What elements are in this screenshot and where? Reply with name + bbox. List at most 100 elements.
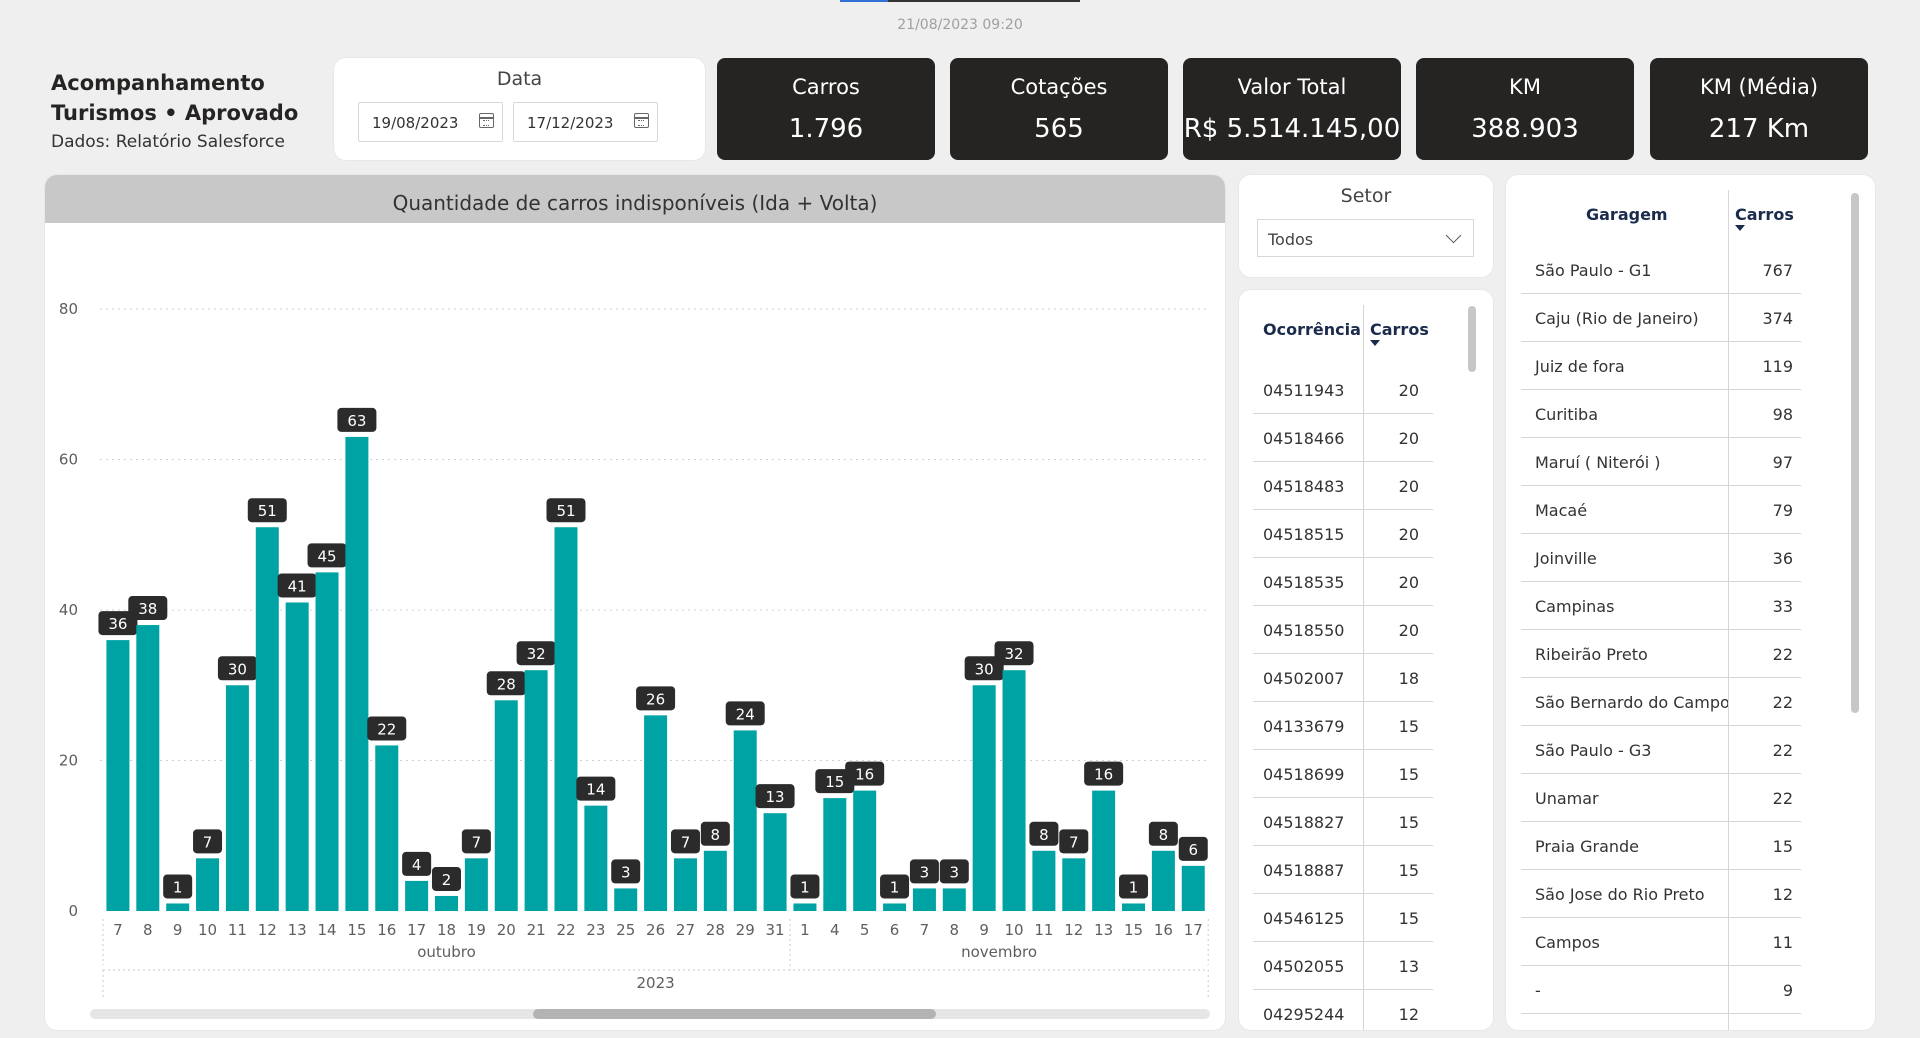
table-row[interactable]: 04518535 20 <box>1253 557 1433 606</box>
garage-carros-header[interactable]: Carros <box>1735 205 1794 224</box>
table-row[interactable]: 04133679 15 <box>1253 701 1433 750</box>
calendar-icon[interactable] <box>479 113 494 128</box>
x-tick-label: 21 <box>527 921 546 939</box>
table-row[interactable]: São Jose do Rio Preto 12 <box>1521 869 1801 918</box>
occ-carros-header[interactable]: Carros <box>1370 320 1429 339</box>
table-row[interactable]: 04295244 12 <box>1253 989 1433 1030</box>
row-count: 13 <box>1398 957 1419 976</box>
x-tick-label: 12 <box>258 921 277 939</box>
chart-scroll-thumb[interactable] <box>533 1009 936 1019</box>
sort-desc-icon[interactable] <box>1735 225 1745 231</box>
table-row[interactable]: Caju (Rio de Janeiro) 374 <box>1521 293 1801 342</box>
row-count: 98 <box>1772 405 1793 424</box>
kpi-label: Valor Total <box>1237 75 1347 99</box>
table-row[interactable]: 04546125 15 <box>1253 893 1433 942</box>
y-tick-label: 40 <box>59 601 78 619</box>
row-label: São Paulo - G1 <box>1535 261 1652 280</box>
x-tick-label: 6 <box>890 921 900 939</box>
x-tick-label: 15 <box>1124 921 1143 939</box>
data-label: 1 <box>1129 878 1139 896</box>
row-count: 79 <box>1772 501 1793 520</box>
table-row[interactable]: Ribeirão Preto 22 <box>1521 629 1801 678</box>
table-row[interactable]: Unamar 22 <box>1521 773 1801 822</box>
data-label: 7 <box>681 833 691 851</box>
table-row[interactable]: Juiz de fora 119 <box>1521 341 1801 390</box>
x-tick-label: 28 <box>706 921 725 939</box>
row-count: 12 <box>1772 885 1793 904</box>
x-tick-label: 16 <box>1154 921 1173 939</box>
bar <box>1151 850 1175 911</box>
data-label: 1 <box>890 878 900 896</box>
row-count: 15 <box>1398 813 1419 832</box>
table-row[interactable]: 04518887 15 <box>1253 845 1433 894</box>
x-tick-label: 13 <box>1094 921 1113 939</box>
table-row[interactable]: 04502007 18 <box>1253 653 1433 702</box>
table-row[interactable]: 04511943 20 <box>1253 365 1433 414</box>
row-label: São Jose do Rio Preto <box>1535 885 1705 904</box>
row-label: São Bernardo do Campo <box>1535 693 1730 712</box>
x-tick-label: 13 <box>288 921 307 939</box>
year-label: 2023 <box>637 974 675 992</box>
row-count: 15 <box>1772 837 1793 856</box>
bar <box>1092 790 1116 911</box>
report-data-source: Dados: Relatório Salesforce <box>51 132 285 152</box>
setor-dropdown[interactable]: Todos <box>1257 219 1474 257</box>
bar <box>703 850 727 911</box>
table-row[interactable]: São Bernardo do Campo 22 <box>1521 677 1801 726</box>
data-label: 3 <box>621 863 631 881</box>
table-row[interactable]: 04518827 15 <box>1253 797 1433 846</box>
table-row[interactable]: 04518515 20 <box>1253 509 1433 558</box>
table-row[interactable]: São Paulo - G3 22 <box>1521 725 1801 774</box>
row-label: 04546125 <box>1263 909 1345 928</box>
data-label: 45 <box>317 547 336 565</box>
data-label: 38 <box>138 600 157 618</box>
row-label: 04518887 <box>1263 861 1345 880</box>
table-row[interactable]: Macaé 79 <box>1521 485 1801 534</box>
column-separator <box>1728 190 1729 1030</box>
table-row[interactable]: Praia Grande 15 <box>1521 821 1801 870</box>
y-tick-label: 60 <box>59 451 78 469</box>
table-row[interactable]: São Paulo - G1 767 <box>1521 245 1801 294</box>
bar <box>673 858 697 911</box>
x-tick-label: 26 <box>646 921 665 939</box>
row-count: 15 <box>1398 717 1419 736</box>
kpi-value: 565 <box>1034 114 1084 144</box>
table-row[interactable]: Campinas 33 <box>1521 581 1801 630</box>
bar <box>255 527 279 911</box>
garage-col-header[interactable]: Garagem <box>1586 205 1668 224</box>
table-row[interactable]: Curitiba 98 <box>1521 389 1801 438</box>
setor-label: Setor <box>1340 185 1392 207</box>
bar <box>823 798 847 911</box>
end-date-input[interactable]: 17/12/2023 <box>513 102 658 142</box>
table-row[interactable]: 04502055 13 <box>1253 941 1433 990</box>
start-date-input[interactable]: 19/08/2023 <box>358 102 503 142</box>
bar <box>912 888 936 911</box>
bar <box>285 602 309 911</box>
table-row[interactable]: Maruí ( Niterói ) 97 <box>1521 437 1801 486</box>
data-label: 26 <box>646 690 665 708</box>
data-label: 2 <box>442 871 452 889</box>
column-separator <box>1363 305 1364 1030</box>
x-tick-label: 7 <box>113 921 123 939</box>
table-row[interactable]: 04518466 20 <box>1253 413 1433 462</box>
table-row[interactable]: 04518699 15 <box>1253 749 1433 798</box>
occ-scrollbar[interactable] <box>1468 306 1476 372</box>
table-row[interactable]: Joinville 36 <box>1521 533 1801 582</box>
table-row[interactable]: 04518550 20 <box>1253 605 1433 654</box>
x-tick-label: 10 <box>198 921 217 939</box>
data-label: 8 <box>1039 826 1049 844</box>
garage-scrollbar[interactable] <box>1851 193 1859 713</box>
x-tick-label: 12 <box>1064 921 1083 939</box>
table-row[interactable]: 04518483 20 <box>1253 461 1433 510</box>
bar <box>136 625 160 911</box>
data-label: 36 <box>108 615 127 633</box>
data-label: 30 <box>228 660 247 678</box>
calendar-icon[interactable] <box>634 113 649 128</box>
table-row[interactable]: Campos 11 <box>1521 917 1801 966</box>
row-label: 04502055 <box>1263 957 1345 976</box>
sort-desc-icon[interactable] <box>1370 340 1380 346</box>
row-label: 04518550 <box>1263 621 1345 640</box>
start-date-value: 19/08/2023 <box>372 114 459 132</box>
table-row[interactable]: -9 <box>1521 965 1801 1014</box>
occ-col-header[interactable]: Ocorrência <box>1263 320 1361 339</box>
